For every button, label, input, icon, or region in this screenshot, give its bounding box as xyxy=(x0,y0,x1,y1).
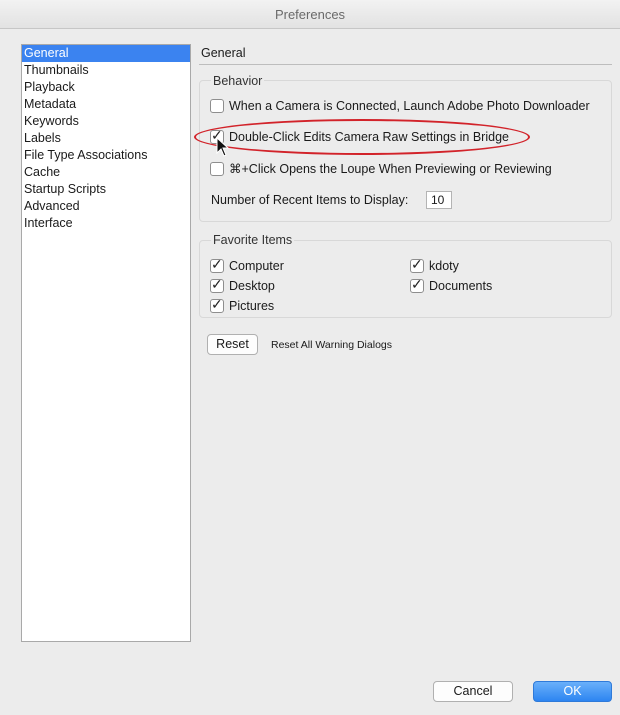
favorite-documents[interactable]: ✓ Documents xyxy=(410,276,493,293)
favorite-computer[interactable]: ✓ Computer xyxy=(210,256,284,273)
recent-items-input[interactable]: 10 xyxy=(426,191,452,209)
ok-button[interactable]: OK xyxy=(533,681,612,702)
checkbox-desktop[interactable]: ✓ xyxy=(210,276,224,293)
checkbox-documents[interactable]: ✓ xyxy=(410,276,424,293)
option-double-click-camera-raw[interactable]: ✓ Double-Click Edits Camera Raw Settings… xyxy=(210,127,509,144)
checkbox-kdoty[interactable]: ✓ xyxy=(410,256,424,273)
preferences-category-list[interactable]: General Thumbnails Playback Metadata Key… xyxy=(21,44,191,642)
sidebar-item-playback[interactable]: Playback xyxy=(22,79,190,96)
behavior-group-label: Behavior xyxy=(211,74,265,88)
checkmark-icon: ✓ xyxy=(211,256,223,272)
sidebar-item-startup-scripts[interactable]: Startup Scripts xyxy=(22,181,190,198)
sidebar-item-interface[interactable]: Interface xyxy=(22,215,190,232)
recent-items-label: Number of Recent Items to Display: xyxy=(211,193,409,207)
checkbox-cmd-click-loupe[interactable] xyxy=(210,161,224,176)
sidebar-item-cache[interactable]: Cache xyxy=(22,164,190,181)
cancel-button[interactable]: Cancel xyxy=(433,681,513,702)
favorite-kdoty-label: kdoty xyxy=(429,259,459,273)
favorite-desktop[interactable]: ✓ Desktop xyxy=(210,276,275,293)
option-double-click-camera-raw-label: Double-Click Edits Camera Raw Settings i… xyxy=(229,130,509,144)
checkmark-icon: ✓ xyxy=(411,256,423,272)
checkmark-icon: ✓ xyxy=(211,276,223,292)
window-title: Preferences xyxy=(0,0,620,29)
sidebar-item-metadata[interactable]: Metadata xyxy=(22,96,190,113)
checkmark-icon: ✓ xyxy=(211,296,223,312)
sidebar-item-file-type-associations[interactable]: File Type Associations xyxy=(22,147,190,164)
checkbox-pictures[interactable]: ✓ xyxy=(210,296,224,313)
sidebar-item-keywords[interactable]: Keywords xyxy=(22,113,190,130)
option-launch-photo-downloader-label: When a Camera is Connected, Launch Adobe… xyxy=(229,99,590,113)
checkmark-icon: ✓ xyxy=(411,276,423,292)
reset-button[interactable]: Reset xyxy=(207,334,258,355)
preferences-window: Preferences General Thumbnails Playback … xyxy=(0,0,620,715)
option-cmd-click-loupe[interactable]: ⌘+Click Opens the Loupe When Previewing … xyxy=(210,161,552,176)
option-cmd-click-loupe-label: ⌘+Click Opens the Loupe When Previewing … xyxy=(229,162,552,176)
favorite-pictures[interactable]: ✓ Pictures xyxy=(210,296,275,313)
checkbox-computer[interactable]: ✓ xyxy=(210,256,224,273)
favorite-kdoty[interactable]: ✓ kdoty xyxy=(410,256,459,273)
pane-title: General xyxy=(201,46,246,60)
sidebar-item-thumbnails[interactable]: Thumbnails xyxy=(22,62,190,79)
sidebar-item-labels[interactable]: Labels xyxy=(22,130,190,147)
favorite-computer-label: Computer xyxy=(229,259,284,273)
option-launch-photo-downloader[interactable]: When a Camera is Connected, Launch Adobe… xyxy=(210,99,590,113)
mouse-pointer-icon xyxy=(216,137,230,157)
sidebar-item-general[interactable]: General xyxy=(22,45,190,62)
reset-warning-dialogs-label: Reset All Warning Dialogs xyxy=(271,339,392,351)
favorite-pictures-label: Pictures xyxy=(229,299,275,313)
favorite-desktop-label: Desktop xyxy=(229,279,275,293)
favorite-documents-label: Documents xyxy=(429,279,493,293)
checkbox-launch-photo-downloader[interactable] xyxy=(210,99,224,113)
pane-divider xyxy=(199,64,612,65)
sidebar-item-advanced[interactable]: Advanced xyxy=(22,198,190,215)
favorite-items-group-label: Favorite Items xyxy=(211,233,295,247)
